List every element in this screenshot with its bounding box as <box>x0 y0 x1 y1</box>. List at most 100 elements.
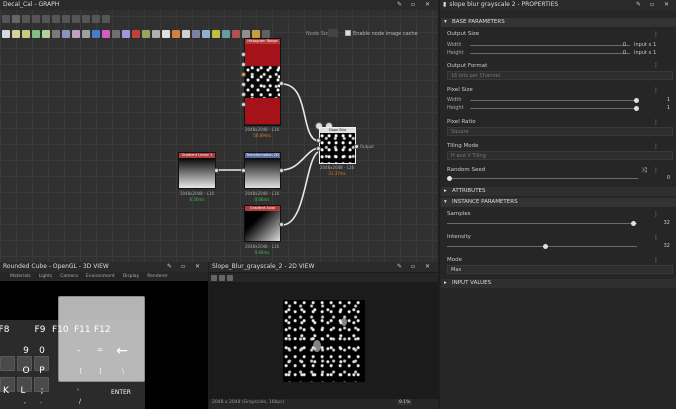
param-menu-icon[interactable]: ⋮ <box>653 211 659 218</box>
output-width-mode[interactable]: Input x 1 <box>634 42 656 48</box>
key-semicolon[interactable]: ; <box>34 386 50 396</box>
base-parameters-header[interactable]: ▾ BASE PARAMETERS <box>441 18 676 27</box>
float-icon[interactable]: ▫ <box>411 262 415 272</box>
key-enter[interactable]: ENTER <box>110 389 132 396</box>
close-icon[interactable]: ✕ <box>195 262 200 272</box>
slider-knob[interactable] <box>630 221 636 226</box>
node-preview-blur <box>320 133 355 163</box>
random-seed-slider[interactable] <box>452 178 638 179</box>
node-input-port[interactable] <box>316 138 321 143</box>
param-menu-icon[interactable]: ⋮ <box>653 119 659 126</box>
key-period[interactable]: . <box>33 398 49 405</box>
param-menu-icon[interactable]: ⋮ <box>653 87 659 94</box>
node-input-port[interactable] <box>241 102 246 107</box>
shuffle-icon[interactable]: ⤨ <box>641 166 647 175</box>
tiling-mode-select[interactable]: H and V Tiling <box>447 151 673 160</box>
param-menu-icon[interactable]: ⋮ <box>653 167 659 174</box>
input-values-header[interactable]: ▸ INPUT VALUES <box>441 279 676 288</box>
key-f10[interactable]: F10 <box>52 325 69 335</box>
menu-environment[interactable]: Environment <box>86 272 115 281</box>
param-menu-icon[interactable]: ⋮ <box>653 143 659 150</box>
pin-icon[interactable]: ✎ <box>167 262 172 272</box>
key-0[interactable]: 0 <box>34 346 50 356</box>
node-caption: 2048x2048 - L16 <box>244 244 280 249</box>
intensity-slider[interactable] <box>447 244 637 249</box>
pixel-width-label: Width <box>447 97 462 103</box>
copy-icon[interactable] <box>227 274 233 281</box>
close-icon[interactable]: ✕ <box>425 262 430 272</box>
output-width-label: Width <box>447 42 462 48</box>
view3d-title: Rounded Cube - OpenGL - 3D VIEW <box>3 263 109 270</box>
key-f11[interactable]: F11 <box>74 325 91 335</box>
key-p[interactable]: P <box>34 366 50 376</box>
key-9[interactable]: 9 <box>18 346 34 356</box>
slider-knob[interactable] <box>634 98 639 103</box>
key-quote[interactable]: ' <box>70 388 86 395</box>
node-input-port[interactable] <box>241 92 246 97</box>
pixel-width-slider[interactable] <box>470 98 639 103</box>
samples-slider[interactable] <box>447 221 637 226</box>
properties-title-bar: ▮ slope blur grayscale 2 - PROPERTIES ✎ ▫… <box>440 0 676 10</box>
pixel-height-label: Height <box>447 105 464 111</box>
key-backspace[interactable]: ← <box>112 343 132 359</box>
param-menu-icon[interactable]: ⋮ <box>653 31 659 38</box>
key-bracket-left[interactable]: [ <box>73 368 89 375</box>
node-input-port[interactable] <box>241 62 246 67</box>
float-icon[interactable]: ▫ <box>650 0 654 10</box>
node-input-port[interactable] <box>241 72 246 77</box>
menu-display[interactable]: Display <box>123 272 140 281</box>
key-backslash[interactable]: \ <box>115 368 131 375</box>
node-gradient-axial[interactable]: Gradient Axial <box>244 205 281 242</box>
slider-knob[interactable] <box>634 106 639 111</box>
menu-camera[interactable]: Camera <box>60 272 78 281</box>
node-histogram-range[interactable]: Histogram Range <box>244 38 281 126</box>
key-bracket-right[interactable]: ] <box>92 368 108 375</box>
key-comma[interactable]: , <box>17 398 33 405</box>
key-k[interactable]: K <box>0 386 14 396</box>
pixel-ratio-select[interactable]: Square <box>447 127 673 136</box>
close-icon[interactable]: ✕ <box>664 0 669 10</box>
node-slope-blur-grayscale[interactable]: Slope Blur Grayscale <box>319 127 356 164</box>
key-f8[interactable]: F8 <box>0 325 12 335</box>
node-input-port[interactable] <box>241 168 246 173</box>
view-options-icon[interactable] <box>211 274 217 281</box>
node-input-port[interactable] <box>316 146 321 151</box>
menu-lights[interactable]: Lights <box>39 272 53 281</box>
node-output-port[interactable] <box>279 81 284 86</box>
key-f9[interactable]: F9 <box>32 325 48 335</box>
param-menu-icon[interactable]: ⋮ <box>653 257 659 264</box>
param-menu-icon[interactable]: ⋮ <box>653 234 659 241</box>
output-height-mode[interactable]: Input x 1 <box>634 50 656 56</box>
pin-icon[interactable]: ✎ <box>636 0 641 10</box>
save-icon[interactable] <box>219 274 225 281</box>
param-menu-icon[interactable]: ⋮ <box>653 62 659 69</box>
attributes-header[interactable]: ▸ ATTRIBUTES <box>441 187 676 196</box>
menu-materials[interactable]: Materials <box>10 272 31 281</box>
menu-renderer[interactable]: Renderer <box>147 272 168 281</box>
zoom-level[interactable]: 9.1% <box>397 400 413 405</box>
node-output-port[interactable] <box>279 168 284 173</box>
key-o[interactable]: O <box>18 366 34 376</box>
float-icon[interactable]: ▫ <box>181 262 185 272</box>
node-gradient-linear[interactable]: Gradient Linear 1 <box>178 152 216 189</box>
node-transformation-2d[interactable]: Transformation 2D <box>244 152 281 189</box>
key-minus[interactable]: - <box>71 346 87 356</box>
node-output-port[interactable] <box>214 168 219 173</box>
pin-icon[interactable]: ✎ <box>397 262 402 272</box>
output-format-select[interactable]: 16 bits per Channel <box>447 71 673 80</box>
node-input-port[interactable] <box>241 82 246 87</box>
node-output-port[interactable] <box>279 222 284 227</box>
node-output-port[interactable] <box>354 144 359 149</box>
pixel-height-slider[interactable] <box>470 106 639 111</box>
key-l[interactable]: L <box>15 386 31 396</box>
canvas-highlight <box>313 340 321 352</box>
key-slash[interactable]: / <box>72 398 88 405</box>
node-input-port[interactable] <box>241 52 246 57</box>
key-f12[interactable]: F12 <box>94 325 111 335</box>
key-equals[interactable]: = <box>92 346 108 354</box>
view2d-statusbar: 2048 x 2048 (Grayscale, 16bpc) 9.1% <box>209 399 438 409</box>
instance-parameters-header[interactable]: ▾ INSTANCE PARAMETERS <box>441 198 676 207</box>
mode-select[interactable]: Max <box>447 265 673 274</box>
view2d-canvas[interactable] <box>283 300 365 382</box>
view3d-title-bar: Rounded Cube - OpenGL - 3D VIEW ✎ ▫ ✕ <box>0 262 208 272</box>
